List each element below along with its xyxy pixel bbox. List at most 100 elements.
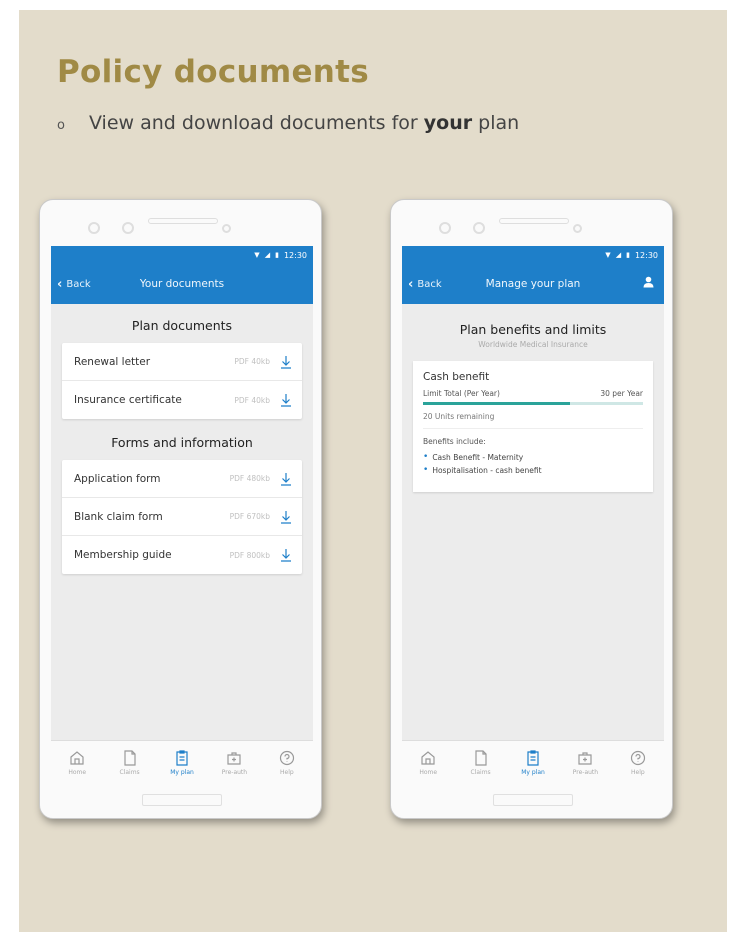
bullet-icon: • [423, 452, 429, 462]
phone-mockup-documents: ▼ ◢ ▮ 12:30 ‹ Back Your documents Plan d… [39, 199, 322, 819]
document-row[interactable]: Renewal letter PDF 40kb [62, 343, 302, 381]
phone-mockup-plan: ▼ ◢ ▮ 12:30 ‹ Back Manage your plan Plan… [390, 199, 673, 819]
clipboard-icon [527, 750, 539, 766]
document-icon [124, 750, 136, 766]
bottom-tab-bar: Home Claims My plan Pre-auth Help [402, 740, 664, 784]
plan-name: Worldwide Medical Insurance [478, 340, 588, 349]
sensor-icon [439, 222, 451, 234]
benefit-card: Cash benefit Limit Total (Per Year) 30 p… [413, 361, 653, 492]
limit-progress-bar [423, 402, 643, 405]
home-button[interactable] [493, 794, 573, 806]
document-name: Insurance certificate [74, 394, 182, 406]
section-title-forms: Forms and information [111, 435, 253, 450]
camera-icon [473, 222, 485, 234]
home-button[interactable] [142, 794, 222, 806]
document-icon [475, 750, 487, 766]
document-row[interactable]: Blank claim form PDF 670kb [62, 498, 302, 536]
benefits-title: Plan benefits and limits [459, 322, 607, 337]
medical-kit-icon [578, 752, 593, 765]
phone-top-bezel [391, 200, 672, 246]
document-size: PDF 670kb [229, 512, 270, 521]
document-name: Blank claim form [74, 510, 163, 523]
document-name: Renewal letter [74, 355, 151, 368]
bullet-text-bold: your [423, 112, 473, 134]
back-button[interactable]: ‹ Back [408, 277, 442, 292]
tab-my-plan[interactable]: My plan [156, 741, 208, 784]
app-header: ‹ Back Manage your plan [402, 264, 664, 304]
app-header: ‹ Back Your documents [51, 264, 313, 304]
page-title: Policy documents [57, 54, 370, 90]
clipboard-icon [176, 750, 188, 766]
bullet-icon: • [423, 465, 429, 475]
limit-value: 30 per Year [600, 389, 643, 398]
bullet-text-prefix: View and download documents for [88, 112, 424, 134]
tab-label: Home [419, 769, 438, 776]
help-icon [279, 750, 294, 766]
benefit-title: Cash benefit [423, 371, 490, 383]
bullet-point: o View and download documents for your p… [57, 112, 519, 134]
benefit-item-label: Cash Benefit - Maternity [432, 452, 524, 462]
document-name: Application form [74, 472, 161, 485]
benefit-item: • Cash Benefit - Maternity [423, 452, 643, 462]
plan-documents-list: Renewal letter PDF 40kb Insurance certif… [62, 343, 302, 419]
signal-icon: ◢ [264, 251, 271, 259]
tab-label: My plan [170, 769, 194, 776]
tab-home[interactable]: Home [402, 741, 454, 784]
tab-label: Pre-auth [572, 769, 599, 776]
download-icon[interactable] [280, 472, 292, 486]
status-time: 12:30 [283, 250, 307, 260]
sensor-icon [88, 222, 100, 234]
download-icon[interactable] [280, 355, 292, 369]
bullet-text: View and download documents for your pla… [89, 112, 519, 134]
document-name: Membership guide [74, 549, 172, 561]
limit-progress-fill [423, 402, 571, 405]
sensor-icon [222, 224, 231, 233]
units-remaining: 20 Units remaining [423, 412, 643, 429]
document-row[interactable]: Application form PDF 480kb [62, 460, 302, 498]
limit-row: Limit Total (Per Year) 30 per Year [423, 389, 643, 398]
includes-label: Benefits include: [423, 437, 486, 446]
tab-my-plan[interactable]: My plan [507, 741, 559, 784]
sensor-icon [573, 224, 582, 233]
document-size: PDF 40kb [234, 395, 270, 405]
tab-pre-auth[interactable]: Pre-auth [559, 741, 611, 784]
benefit-item-label: Hospitalisation - cash benefit [432, 465, 542, 475]
back-label: Back [417, 278, 442, 290]
tab-help[interactable]: Help [261, 741, 313, 784]
back-button[interactable]: ‹ Back [57, 277, 91, 292]
tab-home[interactable]: Home [51, 741, 103, 784]
app-screen: ▼ ◢ ▮ 12:30 ‹ Back Your documents Plan d… [51, 246, 313, 784]
home-icon [421, 751, 435, 765]
home-icon [70, 751, 84, 765]
download-icon[interactable] [280, 548, 292, 562]
tab-claims[interactable]: Claims [103, 741, 155, 784]
back-label: Back [66, 278, 91, 290]
download-icon[interactable] [280, 393, 292, 407]
download-icon[interactable] [280, 510, 292, 524]
tab-label: Claims [470, 769, 491, 776]
wifi-icon: ▼ [254, 251, 260, 259]
document-row[interactable]: Insurance certificate PDF 40kb [62, 381, 302, 419]
forms-list: Application form PDF 480kb Blank claim f… [62, 460, 302, 574]
tab-label: Pre-auth [221, 769, 248, 776]
tab-pre-auth[interactable]: Pre-auth [208, 741, 260, 784]
limit-label: Limit Total (Per Year) [423, 389, 500, 398]
phone-top-bezel [40, 200, 321, 246]
medical-kit-icon [227, 752, 242, 765]
benefits-header: Plan benefits and limits Worldwide Medic… [402, 304, 664, 349]
section-title-plan-documents: Plan documents [131, 318, 233, 333]
chevron-left-icon: ‹ [57, 276, 63, 292]
signal-icon: ◢ [615, 251, 622, 259]
chevron-left-icon: ‹ [408, 276, 414, 292]
speaker-grille [148, 218, 218, 224]
app-screen: ▼ ◢ ▮ 12:30 ‹ Back Manage your plan Plan… [402, 246, 664, 784]
bullet-icon: o [57, 117, 65, 133]
document-row[interactable]: Membership guide PDF 800kb [62, 536, 302, 574]
help-icon [630, 750, 645, 766]
tab-label: Help [630, 769, 645, 776]
tab-label: Help [279, 769, 294, 776]
user-icon[interactable] [643, 276, 654, 288]
tab-help[interactable]: Help [612, 741, 664, 784]
tab-label: Claims [119, 769, 140, 776]
tab-claims[interactable]: Claims [454, 741, 506, 784]
